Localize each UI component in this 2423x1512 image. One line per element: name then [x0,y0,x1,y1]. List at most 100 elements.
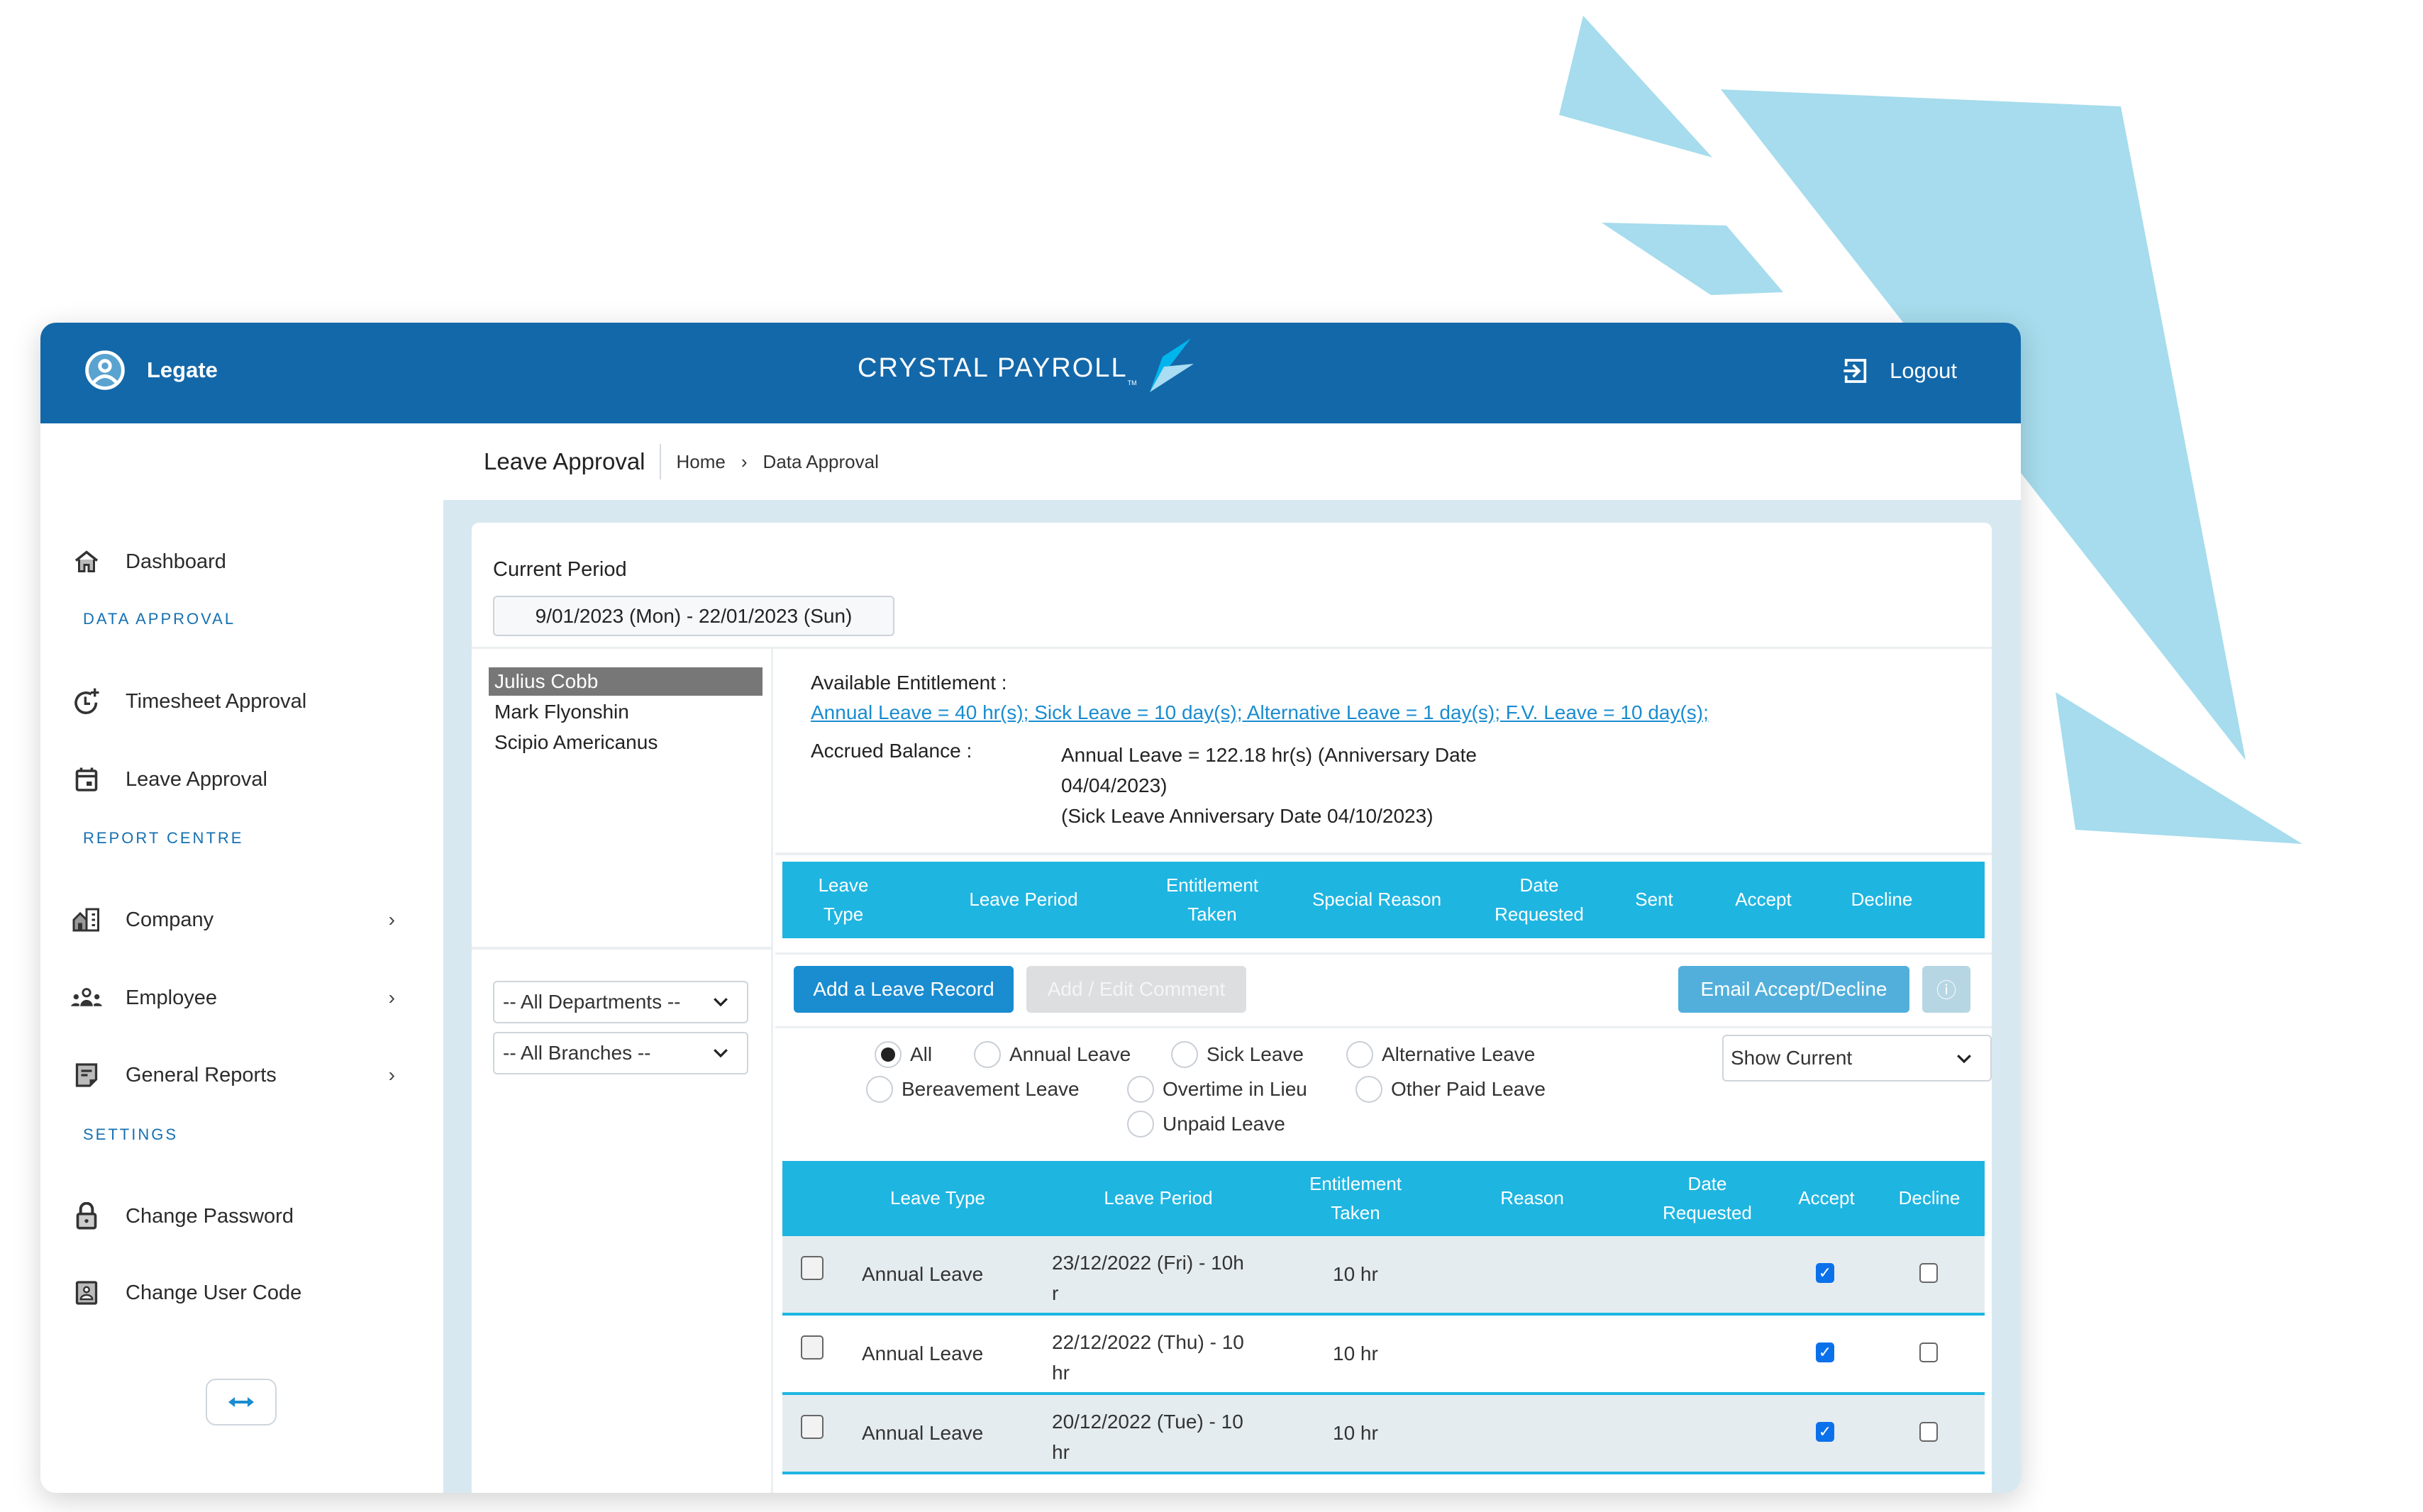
row-select-checkbox[interactable] [801,1415,824,1439]
radio-button[interactable] [1127,1076,1154,1103]
accept-checkbox[interactable]: ✓ [1816,1343,1834,1362]
logo-trademark: TM [1127,379,1137,387]
leave-history-table-header: Leave Type Leave Period Entitlement Taken… [782,1161,1985,1236]
radio-other-paid-leave[interactable]: Other Paid Leave [1355,1076,1546,1103]
employee-list-item[interactable]: Julius Cobb [489,667,763,696]
add-leave-record-button[interactable]: Add a Leave Record [794,966,1014,1013]
sidebar-collapse-button[interactable] [206,1379,277,1425]
cell-entitlement-taken: 10 hr [1333,1263,1378,1285]
employee-panel: Julius Cobb Mark Flyonshin Scipio Americ… [472,649,773,1493]
crystal-payroll-logo: CRYSTAL PAYROLL TM [858,337,1194,394]
radio-overtime-in-lieu[interactable]: Overtime in Lieu [1127,1076,1307,1103]
decline-checkbox[interactable] [1919,1263,1938,1283]
divider [775,952,1992,955]
report-icon [70,1059,103,1091]
user-avatar-icon [85,350,125,390]
top-bar: Legate CRYSTAL PAYROLL TM Logout [40,323,2021,423]
show-current-select[interactable]: Show Current [1722,1035,1992,1082]
section-settings: SETTINGS [83,1125,179,1143]
logout-button[interactable]: Logout [1841,357,1957,385]
radio-label: Other Paid Leave [1391,1078,1546,1100]
table-row[interactable]: Annual Leave 22/12/2022 (Thu) - 10 hr 10 … [782,1316,1985,1395]
current-period-selector[interactable]: 9/01/2023 (Mon) - 22/01/2023 (Sun) [493,596,894,636]
column-header-date-requested: Date Requested [1495,874,1584,925]
user-menu[interactable]: Legate [84,350,218,391]
sidebar: Dashboard DATA APPROVAL Timesheet Approv… [40,423,443,1493]
column-header-decline: Decline [1851,889,1913,910]
leave-approval-card: Current Period 9/01/2023 (Mon) - 22/01/2… [472,523,1992,1493]
sidebar-item-change-password[interactable]: Change Password [70,1195,439,1238]
column-header-sent: Sent [1635,889,1673,910]
cell-leave-type: Annual Leave [862,1422,984,1444]
employee-list-item[interactable]: Mark Flyonshin [489,698,763,726]
row-select-checkbox[interactable] [801,1256,824,1280]
building-icon [70,904,103,936]
sidebar-item-label: Company [126,908,214,931]
available-entitlement-link[interactable]: Annual Leave = 40 hr(s); Sick Leave = 10… [811,701,1709,724]
cell-entitlement-taken: 10 hr [1333,1422,1378,1444]
radio-label: Overtime in Lieu [1163,1078,1307,1100]
column-header-decline: Decline [1898,1187,1961,1208]
accrued-balance-line: Annual Leave = 122.18 hr(s) (Anniversary… [1061,744,1477,766]
add-edit-comment-button[interactable]: Add / Edit Comment [1026,966,1246,1013]
radio-all[interactable]: All [875,1041,932,1068]
cell-entitlement-taken: 10 hr [1333,1343,1378,1364]
lock-icon [70,1200,103,1233]
employee-list-item[interactable]: Scipio Americanus [489,728,763,757]
page-title: Leave Approval [484,444,661,479]
sidebar-item-label: Change Password [126,1204,294,1228]
decline-checkbox[interactable] [1919,1422,1938,1442]
row-select-checkbox[interactable] [801,1335,824,1360]
radio-button[interactable] [1127,1111,1154,1138]
sidebar-item-timesheet-approval[interactable]: Timesheet Approval [70,680,439,723]
sidebar-item-employee[interactable]: Employee › [70,977,439,1019]
user-badge-icon [70,1277,103,1309]
accrued-balance-line: (Sick Leave Anniversary Date 04/10/2023) [1061,805,1434,827]
radio-label: All [910,1043,933,1065]
branch-select[interactable]: -- All Branches -- [493,1032,748,1074]
accrued-balance-value: Annual Leave = 122.18 hr(s) (Anniversary… [1061,740,1543,831]
radio-annual-leave[interactable]: Annual Leave [974,1041,1131,1068]
radio-button[interactable] [866,1076,893,1103]
radio-sick-leave[interactable]: Sick Leave [1171,1041,1304,1068]
sidebar-item-label: Change User Code [126,1281,302,1304]
radio-button[interactable] [1171,1041,1198,1068]
table-row[interactable]: Annual Leave 23/12/2022 (Fri) - 10h r 10 … [782,1236,1985,1316]
email-accept-decline-button[interactable]: Email Accept/Decline [1678,966,1909,1013]
column-header-leave-type: Leave Type [818,874,869,925]
table-row[interactable]: Annual Leave 20/12/2022 (Tue) - 10 hr 10 … [782,1395,1985,1474]
sidebar-item-leave-approval[interactable]: Leave Approval [70,758,439,801]
calendar-icon [70,763,103,796]
column-header-date-requested: Date Requested [1663,1173,1752,1223]
decline-checkbox[interactable] [1919,1343,1938,1362]
accept-checkbox[interactable]: ✓ [1816,1263,1834,1283]
radio-label: Sick Leave [1207,1043,1304,1065]
sidebar-item-company[interactable]: Company › [70,899,439,941]
radio-alternative-leave[interactable]: Alternative Leave [1346,1041,1535,1068]
column-header-special-reason: Special Reason [1312,889,1442,910]
main-content: Leave Approval Home › Data Approval Curr… [443,423,2021,1493]
radio-unpaid-leave[interactable]: Unpaid Leave [1127,1111,1285,1138]
radio-bereavement-leave[interactable]: Bereavement Leave [866,1076,1080,1103]
radio-button[interactable] [875,1041,902,1068]
sidebar-item-change-user-code[interactable]: Change User Code [70,1272,439,1314]
radio-button[interactable] [1355,1076,1382,1103]
chevron-down-icon [714,998,728,1007]
cell-leave-type: Annual Leave [862,1343,984,1364]
chevron-right-icon: › [388,1064,395,1086]
breadcrumb-home[interactable]: Home [677,451,726,473]
column-header-entitlement-taken: Entitlement Taken [1309,1173,1402,1223]
sidebar-item-general-reports[interactable]: General Reports › [70,1054,439,1096]
info-button[interactable]: ⓘ [1922,966,1970,1013]
column-header-reason: Reason [1500,1187,1564,1208]
department-select-value: -- All Departments -- [503,991,681,1013]
department-select[interactable]: -- All Departments -- [493,981,748,1023]
radio-button[interactable] [1346,1041,1373,1068]
radio-button[interactable] [974,1041,1001,1068]
shard [1602,223,1783,295]
radio-label: Annual Leave [1009,1043,1131,1065]
sidebar-item-dashboard[interactable]: Dashboard [70,540,439,583]
column-header-accept: Accept [1798,1187,1855,1208]
accept-checkbox[interactable]: ✓ [1816,1422,1834,1442]
clock-plus-icon [70,685,103,718]
